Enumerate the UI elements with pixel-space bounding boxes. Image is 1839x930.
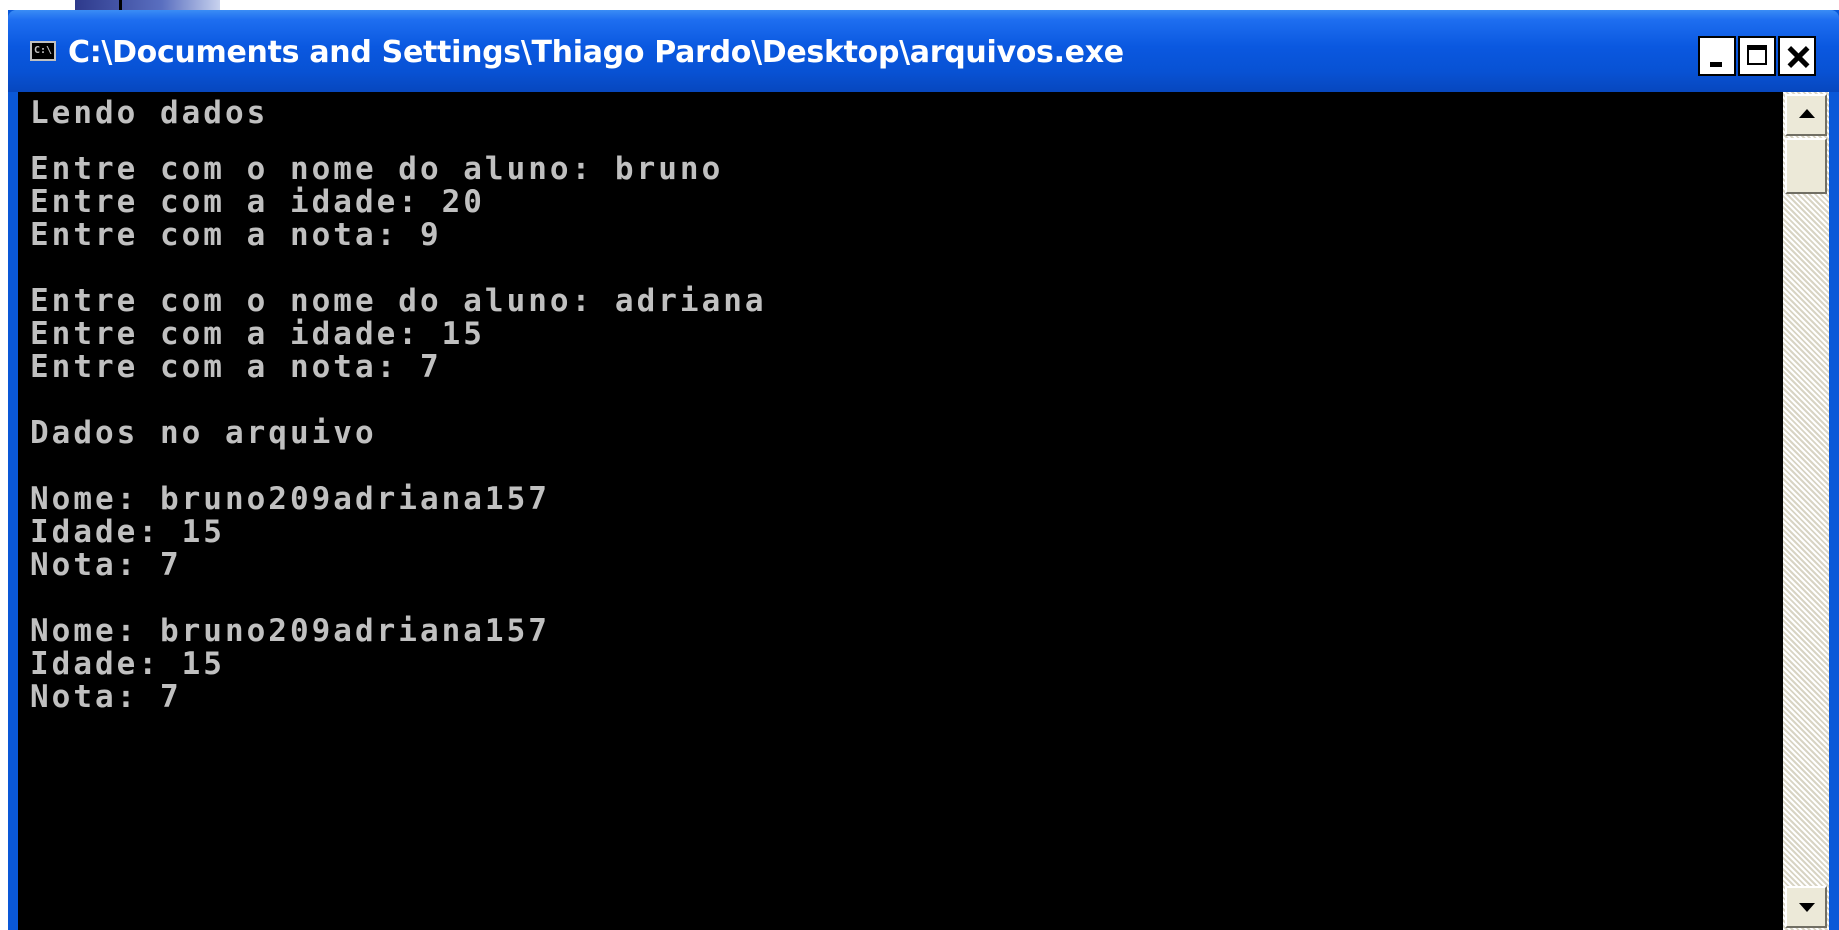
console-line: Nota: 7 xyxy=(30,547,182,583)
console-line: Entre com a nota: 9 xyxy=(30,217,442,253)
window-title: C:\Documents and Settings\Thiago Pardo\D… xyxy=(68,35,1124,70)
slide-corner-accent xyxy=(75,0,220,10)
maximize-button[interactable] xyxy=(1738,36,1776,76)
console-line: Entre com a idade: 15 xyxy=(30,316,485,352)
console-line: Entre com a nota: 7 xyxy=(30,349,442,385)
console-output[interactable]: Lendo dados Entre com o nome do aluno: b… xyxy=(18,92,1783,930)
console-line: Nome: bruno209adriana157 xyxy=(30,613,550,649)
console-line: Lendo dados xyxy=(30,95,269,131)
minimize-button[interactable] xyxy=(1698,36,1736,76)
scroll-down-button[interactable] xyxy=(1785,886,1827,928)
console-line: Entre com o nome do aluno: bruno xyxy=(30,151,724,187)
title-bar[interactable]: C:\ C:\Documents and Settings\Thiago Par… xyxy=(8,10,1839,92)
scroll-up-button[interactable] xyxy=(1785,94,1827,136)
console-line: Entre com a idade: 20 xyxy=(30,184,485,220)
close-button[interactable] xyxy=(1778,36,1816,76)
console-line: Idade: 15 xyxy=(30,646,225,682)
console-line: Dados no arquivo xyxy=(30,415,377,451)
console-line: Nome: bruno209adriana157 xyxy=(30,481,550,517)
console-app-icon[interactable]: C:\ xyxy=(30,41,56,61)
console-window: C:\ C:\Documents and Settings\Thiago Par… xyxy=(8,10,1839,930)
scroll-thumb[interactable] xyxy=(1785,138,1827,194)
slide-corner-tick xyxy=(119,0,122,10)
console-line: Idade: 15 xyxy=(30,514,225,550)
vertical-scrollbar[interactable] xyxy=(1783,92,1829,930)
console-line: Entre com o nome do aluno: adriana xyxy=(30,283,767,319)
console-line: Nota: 7 xyxy=(30,679,182,715)
